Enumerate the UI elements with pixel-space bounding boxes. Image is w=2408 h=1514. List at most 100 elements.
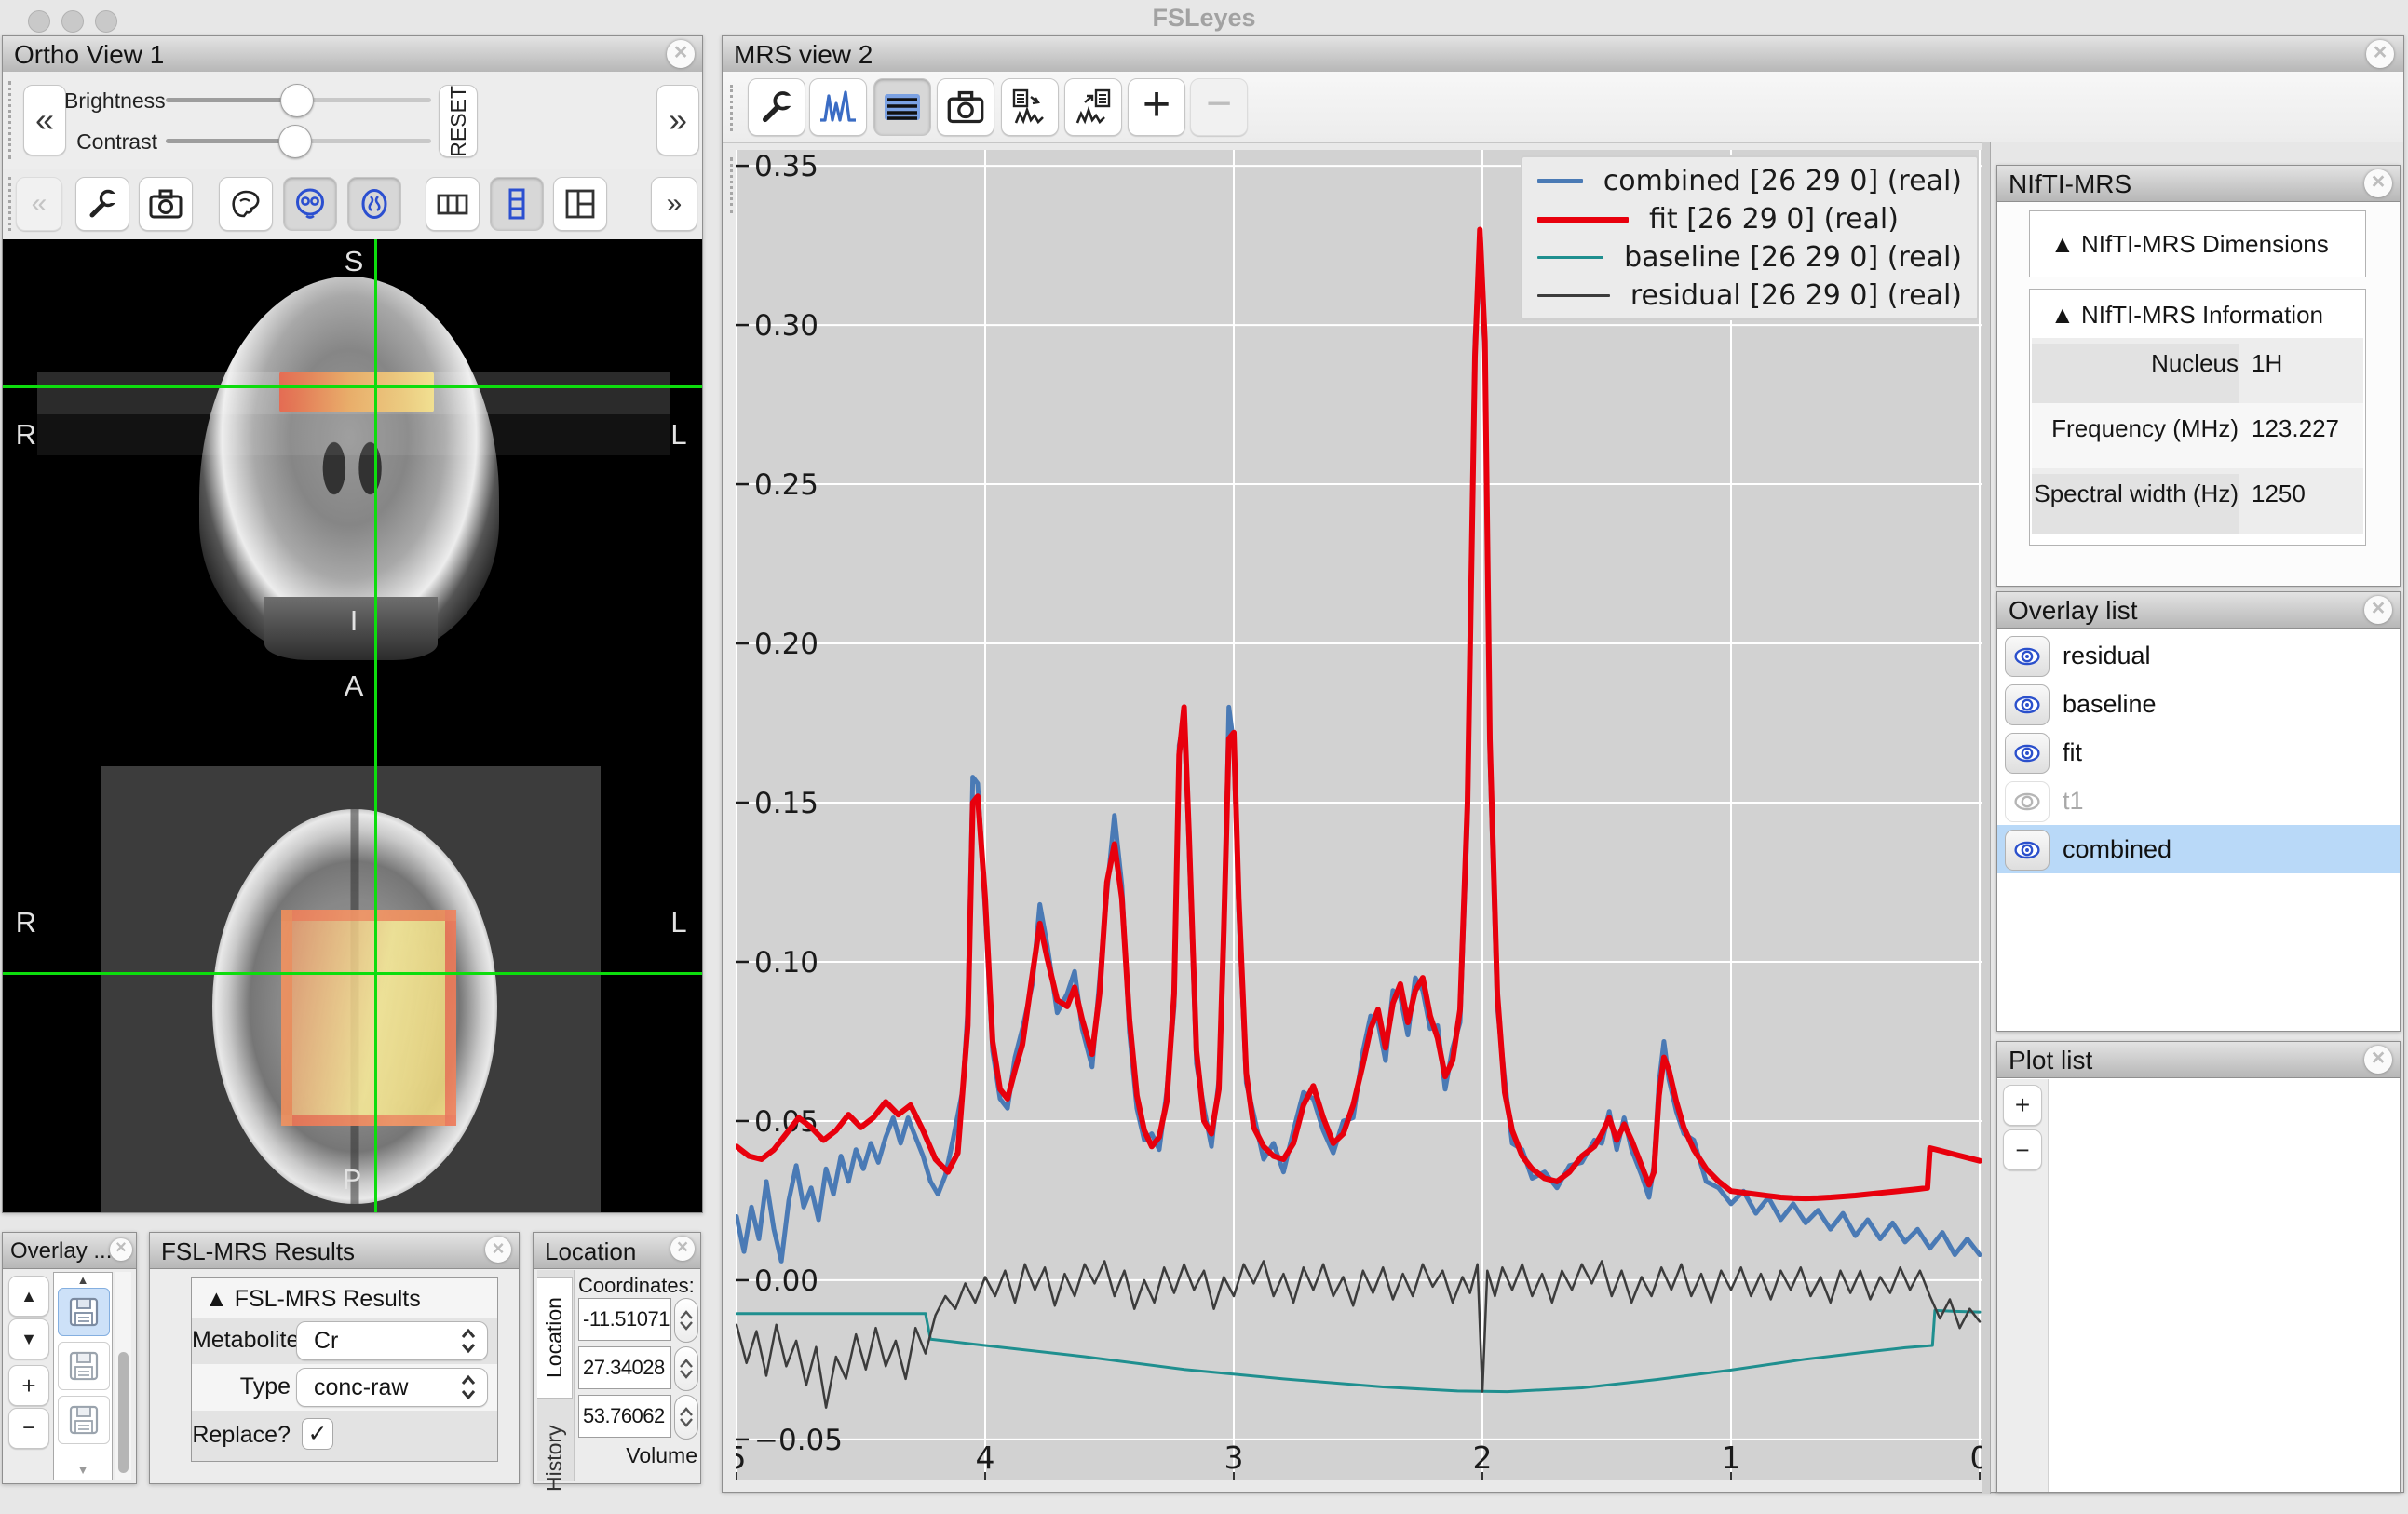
plot-list-header[interactable]: Plot list × — [1997, 1042, 2400, 1078]
coordinate-x-field[interactable]: -11.51071 — [578, 1298, 671, 1341]
spectrum-plot[interactable]: 0.350.300.250.200.150.100.050.00−0.05543… — [736, 150, 1982, 1480]
scroll-up-icon[interactable]: ▲ — [54, 1273, 112, 1287]
svg-text:0: 0 — [1970, 1440, 1982, 1476]
save-overlay-item[interactable] — [58, 1396, 110, 1444]
overlay-row-t1[interactable]: t1 — [1997, 777, 2400, 825]
coordinate-z-stepper[interactable] — [674, 1395, 698, 1440]
save-overlay-item[interactable] — [58, 1342, 110, 1390]
export-data-series-button[interactable] — [1064, 78, 1122, 136]
wrench-icon — [86, 187, 119, 221]
fsl-mrs-header[interactable]: FSL-MRS Results × — [150, 1233, 519, 1269]
add-plot-button[interactable]: + — [1128, 78, 1185, 136]
overlay-row-residual[interactable]: residual — [1997, 631, 2400, 680]
mrs-panel-header[interactable]: MRS view 2 × — [723, 36, 2403, 73]
overlay-list-toggle-button[interactable] — [873, 78, 931, 136]
close-icon[interactable]: × — [2366, 40, 2394, 68]
import-data-series-button[interactable] — [1001, 78, 1059, 136]
nifti-information-header[interactable]: ▲ NIfTI-MRS Information — [2050, 301, 2323, 330]
history-back-button[interactable]: « — [16, 177, 62, 231]
type-select[interactable]: conc-raw — [296, 1368, 488, 1407]
close-icon[interactable]: × — [110, 1238, 132, 1261]
close-icon[interactable]: × — [667, 40, 695, 68]
save-overlay-item-selected[interactable] — [58, 1288, 110, 1336]
add-plot-list-button[interactable]: + — [2003, 1085, 2042, 1126]
overlay-item-label[interactable]: t1 — [2063, 777, 2084, 825]
toggle-sagittal-button[interactable] — [219, 177, 273, 231]
contrast-slider-handle[interactable] — [278, 125, 312, 158]
close-icon[interactable]: × — [2364, 169, 2392, 197]
save-icon — [68, 1350, 100, 1382]
legend-label: combined [26 29 0] (real) — [1603, 165, 1962, 197]
visibility-toggle[interactable] — [2005, 636, 2050, 677]
layout-columns-icon — [436, 188, 469, 220]
fsl-mrs-section-header[interactable]: ▲ FSL-MRS Results — [205, 1286, 421, 1313]
layout-vertical-button[interactable] — [490, 177, 544, 231]
visibility-toggle[interactable] — [2005, 830, 2050, 871]
visibility-toggle[interactable] — [2005, 684, 2050, 725]
remove-plot-button[interactable]: − — [1190, 78, 1248, 136]
ortho-panel-header[interactable]: Ortho View 1 × — [3, 36, 702, 73]
toolbar-collapse-right-button[interactable]: » — [656, 85, 699, 155]
close-icon[interactable]: × — [2364, 596, 2392, 624]
info-row-label: Nucleus — [2032, 344, 2239, 403]
nifti-information-box[interactable]: ▲ NIfTI-MRS Information Nucleus 1H Frequ… — [2029, 289, 2366, 546]
replace-checkbox[interactable]: ✓ — [302, 1418, 333, 1450]
close-icon[interactable]: × — [2364, 1046, 2392, 1074]
nifti-dimensions-box[interactable]: ▲ NIfTI-MRS Dimensions — [2029, 210, 2366, 277]
panel-sash[interactable] — [1982, 142, 1991, 1494]
toggle-coronal-button[interactable] — [283, 177, 337, 231]
plot-settings-button[interactable] — [748, 78, 805, 136]
coordinate-y-stepper[interactable] — [674, 1346, 698, 1391]
toolbar-grip-handle[interactable] — [8, 81, 17, 159]
coordinate-y-field[interactable]: 27.34028 — [578, 1346, 671, 1389]
overlay-down-button[interactable]: ▼ — [8, 1318, 49, 1359]
overlay-up-button[interactable]: ▲ — [8, 1276, 49, 1317]
svg-text:0.35: 0.35 — [754, 150, 818, 183]
tab-history[interactable]: History — [537, 1402, 573, 1514]
overlay-display-header[interactable]: Overlay ... × — [3, 1233, 136, 1269]
overlay-item-label[interactable]: residual — [2063, 631, 2151, 680]
scroll-down-icon[interactable]: ▼ — [54, 1463, 112, 1477]
overlay-remove-button[interactable]: − — [8, 1408, 49, 1449]
coordinate-z-field[interactable]: 53.76062 — [578, 1395, 671, 1438]
overlay-item-label[interactable]: baseline — [2063, 680, 2157, 728]
location-header[interactable]: Location × — [534, 1233, 700, 1269]
overlay-item-label[interactable]: fit — [2063, 728, 2082, 777]
brightness-label: Brightness — [64, 88, 157, 114]
view-settings-button[interactable] — [75, 177, 129, 231]
brightness-slider-handle[interactable] — [280, 84, 314, 117]
nifti-dimensions-header[interactable]: ▲ NIfTI-MRS Dimensions — [2050, 230, 2329, 259]
layout-horizontal-button[interactable] — [426, 177, 480, 231]
plot-screenshot-button[interactable] — [937, 78, 994, 136]
toggle-axial-button[interactable] — [347, 177, 401, 231]
overlay-item-label[interactable]: combined — [2063, 825, 2171, 873]
close-icon[interactable]: × — [670, 1237, 695, 1261]
spectrum-control-button[interactable] — [809, 78, 867, 136]
overlay-list-header[interactable]: Overlay list × — [1997, 592, 2400, 629]
reset-button[interactable]: RESET — [439, 85, 478, 157]
tab-location[interactable]: Location — [537, 1277, 573, 1399]
remove-plot-list-button[interactable]: − — [2003, 1129, 2042, 1170]
chevron-updown-icon — [459, 1372, 478, 1402]
toolbar-grip-handle[interactable] — [730, 85, 738, 131]
overlay-row-combined[interactable]: combined — [1997, 825, 2400, 873]
overlay-list-scrollbar[interactable] — [115, 1272, 131, 1480]
toolbar-collapse-left-button[interactable]: « — [23, 85, 66, 155]
layout-grid-button[interactable] — [553, 177, 607, 231]
scrollbar-thumb[interactable] — [118, 1352, 129, 1473]
nifti-panel-header[interactable]: NIfTI-MRS × — [1997, 166, 2400, 202]
overlay-add-button[interactable]: + — [8, 1365, 49, 1406]
orientation-label-left-coronal: L — [662, 418, 696, 452]
visibility-toggle[interactable] — [2005, 733, 2050, 774]
close-icon[interactable]: × — [485, 1237, 511, 1263]
toolbar-collapse-right-button[interactable]: » — [651, 177, 697, 231]
metabolite-select[interactable]: Cr — [296, 1321, 488, 1360]
coordinate-x-stepper[interactable] — [674, 1298, 698, 1343]
overlay-row-fit[interactable]: fit — [1997, 728, 2400, 777]
screenshot-button[interactable] — [139, 177, 193, 231]
overlay-row-baseline[interactable]: baseline — [1997, 680, 2400, 728]
type-row: Type conc-raw — [192, 1364, 497, 1411]
visibility-toggle[interactable] — [2005, 781, 2050, 822]
legend-item-residual: residual [26 29 0] (real) — [1522, 277, 1977, 315]
ortho-canvas[interactable]: S I A R L R L P — [3, 239, 702, 1212]
